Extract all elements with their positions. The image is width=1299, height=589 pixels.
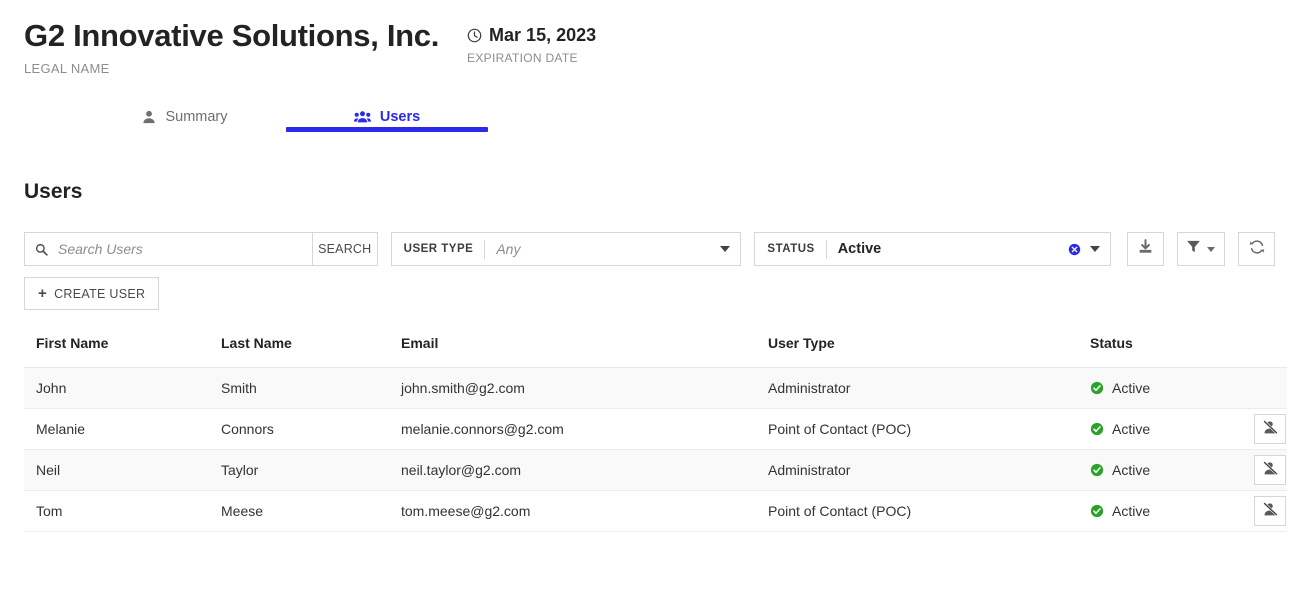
tab-users[interactable]: Users <box>286 102 488 132</box>
column-header-last-name: Last Name <box>221 335 401 368</box>
account-identity: G2 Innovative Solutions, Inc. LEGAL NAME <box>24 16 439 76</box>
user-slash-icon <box>1262 461 1278 479</box>
cell-email: neil.taylor@g2.com <box>401 449 768 491</box>
cell-user-type: Administrator <box>768 449 1090 491</box>
legal-name-label: LEGAL NAME <box>24 61 110 76</box>
cell-user-type: Administrator <box>768 367 1090 409</box>
user-type-filter[interactable]: USER TYPE Any <box>390 232 742 266</box>
status-badge: Active <box>1112 462 1151 478</box>
clock-icon <box>467 28 482 43</box>
tab-bar: Summary Users <box>84 102 1275 152</box>
filter-button[interactable] <box>1176 232 1226 266</box>
column-header-user-type: User Type <box>768 335 1090 368</box>
clear-circle-icon[interactable] <box>1068 243 1081 256</box>
active-tab-indicator <box>286 127 488 132</box>
user-slash-icon <box>1262 502 1278 520</box>
page-header: G2 Innovative Solutions, Inc. LEGAL NAME… <box>24 0 1275 76</box>
expiration-block: Mar 15, 2023 EXPIRATION DATE <box>467 24 596 65</box>
table-row[interactable]: John Smith john.smith@g2.com Administrat… <box>24 367 1287 409</box>
create-user-label: CREATE USER <box>54 286 146 301</box>
check-circle-icon <box>1090 463 1104 477</box>
cell-last-name: Meese <box>221 490 401 532</box>
cell-first-name: Neil <box>24 449 221 491</box>
cell-status: Active <box>1090 449 1240 491</box>
table-row[interactable]: Tom Meese tom.meese@g2.com Point of Cont… <box>24 490 1287 532</box>
refresh-button[interactable] <box>1238 232 1275 266</box>
users-page: G2 Innovative Solutions, Inc. LEGAL NAME… <box>0 0 1299 589</box>
cell-actions <box>1240 449 1287 491</box>
divider <box>484 239 486 259</box>
cell-actions <box>1240 367 1287 409</box>
user-type-filter-value: Any <box>496 241 521 257</box>
refresh-icon <box>1249 239 1265 260</box>
cell-last-name: Connors <box>221 408 401 450</box>
status-filter-label: STATUS <box>767 243 815 255</box>
column-header-first-name: First Name <box>24 335 221 368</box>
funnel-icon <box>1186 239 1201 259</box>
table-header-row: First Name Last Name Email User Type Sta… <box>24 335 1287 368</box>
cell-user-type: Point of Contact (POC) <box>768 408 1090 450</box>
export-button[interactable] <box>1126 232 1164 266</box>
table-header: First Name Last Name Email User Type Sta… <box>24 335 1287 368</box>
expiration-value-row: Mar 15, 2023 <box>467 24 596 46</box>
user-slash-icon <box>1262 420 1278 438</box>
users-toolbar: SEARCH USER TYPE Any STATUS Active <box>24 232 1275 266</box>
create-user-button[interactable]: + CREATE USER <box>24 277 160 310</box>
users-icon <box>353 110 371 124</box>
chevron-down-icon[interactable] <box>1207 246 1216 252</box>
status-badge: Active <box>1112 380 1151 396</box>
status-filter[interactable]: STATUS Active <box>754 232 1111 266</box>
cell-first-name: John <box>24 367 221 409</box>
column-header-actions <box>1240 335 1287 368</box>
check-circle-icon <box>1090 381 1104 395</box>
cell-first-name: Melanie <box>24 408 221 450</box>
chevron-down-icon[interactable] <box>1089 246 1100 252</box>
users-table: First Name Last Name Email User Type Sta… <box>24 335 1287 532</box>
status-badge: Active <box>1112 421 1151 437</box>
tab-summary[interactable]: Summary <box>84 102 286 132</box>
cell-actions <box>1240 408 1287 450</box>
search-button[interactable]: SEARCH <box>312 232 378 266</box>
cell-actions <box>1240 490 1287 532</box>
cell-last-name: Smith <box>221 367 401 409</box>
download-icon <box>1138 239 1153 259</box>
column-header-email: Email <box>401 335 768 368</box>
cell-first-name: Tom <box>24 490 221 532</box>
disable-user-button[interactable] <box>1254 414 1286 444</box>
divider <box>825 239 827 259</box>
search-input-wrapper[interactable] <box>24 232 313 266</box>
table-body: John Smith john.smith@g2.com Administrat… <box>24 367 1287 532</box>
plus-icon: + <box>38 285 48 302</box>
check-circle-icon <box>1090 504 1104 518</box>
chevron-down-icon[interactable] <box>720 246 731 252</box>
expiration-date: Mar 15, 2023 <box>489 25 597 45</box>
column-header-status: Status <box>1090 335 1240 368</box>
cell-status: Active <box>1090 408 1240 450</box>
disable-user-button[interactable] <box>1254 496 1286 526</box>
cell-email: john.smith@g2.com <box>401 367 768 409</box>
cell-user-type: Point of Contact (POC) <box>768 490 1090 532</box>
create-user-row: + CREATE USER <box>24 277 1275 310</box>
tab-users-label: Users <box>379 109 421 125</box>
cell-email: melanie.connors@g2.com <box>401 408 768 450</box>
tab-summary-label: Summary <box>165 109 228 125</box>
cell-status: Active <box>1090 367 1240 409</box>
page-title: G2 Innovative Solutions, Inc. <box>24 18 440 53</box>
table-row[interactable]: Neil Taylor neil.taylor@g2.com Administr… <box>24 449 1287 491</box>
section-title: Users <box>24 180 83 203</box>
cell-email: tom.meese@g2.com <box>401 490 768 532</box>
cell-last-name: Taylor <box>221 449 401 491</box>
status-filter-value: Active <box>837 241 882 257</box>
table-row[interactable]: Melanie Connors melanie.connors@g2.com P… <box>24 408 1287 450</box>
status-badge: Active <box>1112 503 1151 519</box>
disable-user-button[interactable] <box>1254 455 1286 485</box>
cell-status: Active <box>1090 490 1240 532</box>
search-icon <box>35 243 48 256</box>
user-icon <box>142 110 156 124</box>
search-input[interactable] <box>56 240 302 258</box>
check-circle-icon <box>1090 422 1104 436</box>
expiration-label: EXPIRATION DATE <box>467 51 578 65</box>
user-type-filter-label: USER TYPE <box>403 243 474 255</box>
